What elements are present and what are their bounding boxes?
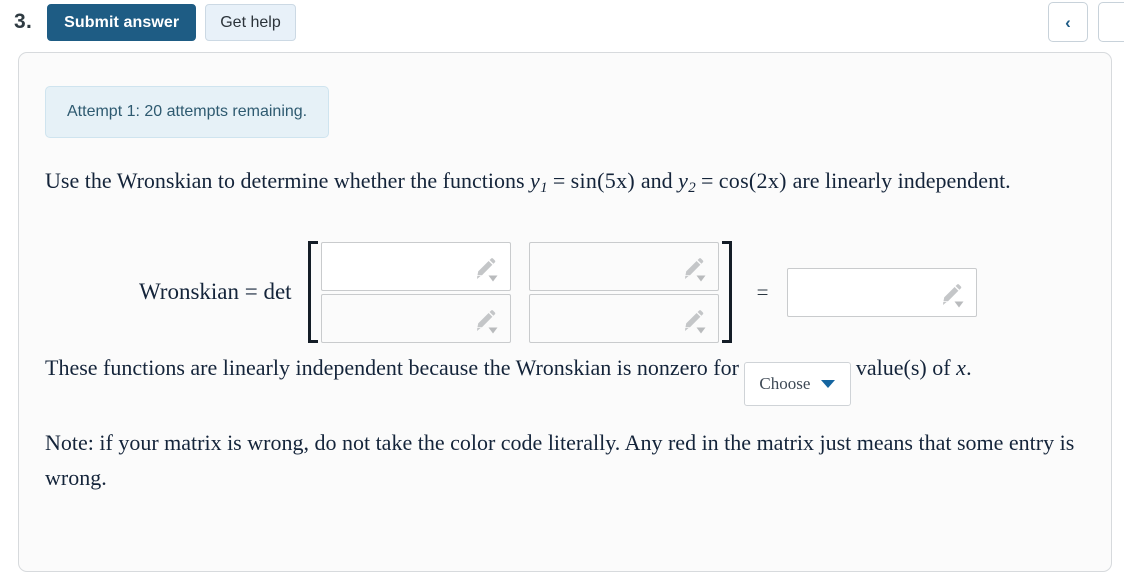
wronskian-det-label: Wronskian = det <box>139 279 292 304</box>
question-tail-text: are linearly independent. <box>792 168 1011 193</box>
matrix-left-bracket <box>305 241 318 343</box>
get-help-button[interactable]: Get help <box>205 3 296 41</box>
y1-subscript: 1 <box>540 180 548 197</box>
y1-equals: = <box>552 168 566 193</box>
caret-down-icon <box>821 380 836 388</box>
matrix-cell-input-r2c1[interactable] <box>320 293 511 343</box>
pencil-icon[interactable] <box>471 309 501 335</box>
next-question-button[interactable] <box>1098 2 1124 42</box>
question-number: 3. <box>14 10 33 33</box>
note-line-1: Note: if your matrix is wrong, do not ta… <box>45 430 952 455</box>
previous-question-button[interactable]: ‹ <box>1048 2 1088 42</box>
y1-formula: sin(5x) <box>570 168 636 193</box>
y1-symbol: y <box>530 168 541 193</box>
matrix-color-note: Note: if your matrix is wrong, do not ta… <box>45 425 1085 495</box>
question-toolbar: 3. Submit answer Get help ‹ <box>0 0 1124 44</box>
pencil-icon[interactable] <box>679 257 709 283</box>
matrix-cell-input-r1c2[interactable] <box>528 241 719 291</box>
question-statement: Use the Wronskian to determine whether t… <box>45 163 1035 206</box>
pencil-icon[interactable] <box>937 283 967 309</box>
dropdown-selected-value: Choose <box>759 374 811 393</box>
function-y2-expression: y2 = cos(2x) <box>678 168 792 197</box>
navigation-button-group: ‹ <box>1048 2 1124 42</box>
matrix-row <box>320 293 719 343</box>
attempt-status-banner: Attempt 1: 20 attempts remaining. <box>45 86 330 138</box>
independence-sentence: These functions are linearly independent… <box>45 353 1095 406</box>
wronskian-matrix <box>320 241 719 343</box>
wronskian-answer-row: Wronskian = det = <box>45 238 1085 346</box>
question-conjunction: and <box>640 168 673 193</box>
question-lead-text: Use the Wronskian to determine whether t… <box>45 168 525 193</box>
wronskian-result-input[interactable] <box>787 267 978 317</box>
matrix-right-bracket <box>721 241 735 343</box>
y2-subscript: 2 <box>688 180 696 197</box>
pencil-icon[interactable] <box>679 309 709 335</box>
independence-after-text: value(s) of <box>855 355 951 380</box>
question-card: Attempt 1: 20 attempts remaining. Use th… <box>18 52 1112 572</box>
independence-before-text: These functions are linearly independent… <box>45 355 739 380</box>
chevron-left-icon: ‹ <box>1065 12 1071 32</box>
y2-formula: cos(2x) <box>718 168 787 193</box>
wronskian-equals-sign: = <box>756 279 769 304</box>
function-y1-expression: y1 = sin(5x) <box>530 168 641 197</box>
submit-answer-button[interactable]: Submit answer <box>47 3 197 41</box>
y2-equals: = <box>700 168 714 193</box>
variable-x-symbol: x <box>956 355 967 380</box>
y2-symbol: y <box>678 168 689 193</box>
matrix-cell-input-r2c2[interactable] <box>528 293 719 343</box>
matrix-cell-input-r1c1[interactable] <box>320 241 511 291</box>
value-choice-dropdown[interactable]: Choose <box>743 362 851 406</box>
pencil-icon[interactable] <box>471 257 501 283</box>
independence-period: . <box>966 355 972 380</box>
matrix-row <box>320 241 719 291</box>
